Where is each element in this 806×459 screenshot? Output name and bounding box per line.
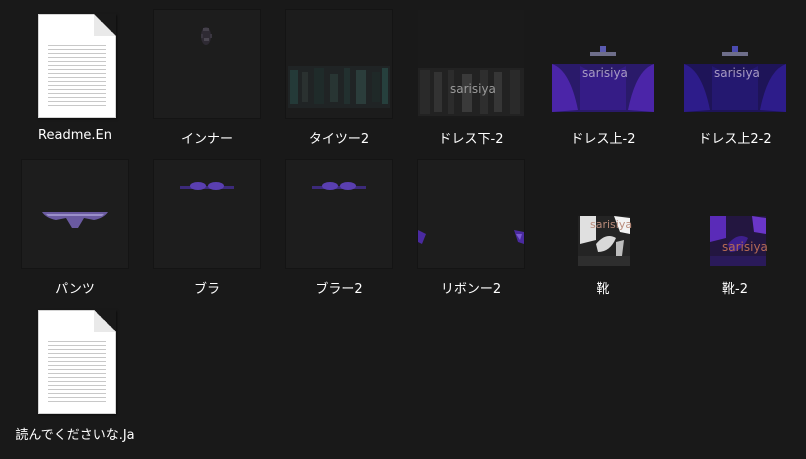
- image-thumbnail-icon: sarisiya: [418, 10, 524, 118]
- file-item-dress-upper2-2[interactable]: sarisiya ドレス上2-2: [670, 8, 800, 156]
- file-name: ドレス下-2: [438, 132, 504, 147]
- image-thumbnail-icon: [22, 160, 128, 268]
- image-thumbnail-icon: [154, 160, 260, 268]
- thumbnail-watermark: sarisiya: [582, 66, 628, 80]
- file-item-dress-upper-2[interactable]: sarisiya ドレス上-2: [538, 8, 668, 156]
- file-name: リボンー2: [440, 282, 502, 297]
- file-name: ドレス上-2: [570, 132, 636, 147]
- thumbnail-watermark: sarisiya: [450, 82, 496, 96]
- file-name: ブラ: [193, 282, 220, 297]
- image-thumbnail-icon: sarisiya: [550, 10, 656, 118]
- file-name: 読んでくださいな.Ja: [15, 428, 135, 443]
- thumbnail-watermark: sarisiya: [722, 240, 768, 254]
- file-name: タイツー2: [308, 132, 370, 147]
- thumbnail-watermark: sarisiya: [714, 66, 760, 80]
- file-item-tights-2[interactable]: タイツー2: [274, 8, 404, 156]
- file-name: パンツ: [55, 282, 95, 297]
- file-item-pants[interactable]: パンツ: [10, 156, 140, 304]
- file-item-bra-2[interactable]: ブラー2: [274, 156, 404, 304]
- image-thumbnail-icon: [154, 10, 260, 118]
- file-item-inner[interactable]: インナー: [142, 8, 272, 156]
- file-item-bra[interactable]: ブラ: [142, 156, 272, 304]
- file-name: 靴-2: [722, 282, 748, 297]
- file-name: インナー: [180, 132, 233, 147]
- image-thumbnail-icon: [286, 10, 392, 118]
- text-document-icon: [38, 310, 116, 414]
- image-thumbnail-icon: sarisiya: [682, 10, 788, 118]
- image-thumbnail-icon: [418, 160, 524, 268]
- file-item-dress-lower-2[interactable]: sarisiya ドレス下-2: [406, 8, 536, 156]
- file-name: ドレス上2-2: [698, 132, 772, 147]
- file-item-readme-en[interactable]: Readme.En: [10, 8, 140, 156]
- thumbnail-watermark: sarisiya: [590, 218, 633, 231]
- image-thumbnail-icon: sarisiya: [550, 160, 656, 268]
- file-explorer-view: Readme.En インナー タイツー2 sarisiya ドレス下-2 sar…: [0, 0, 806, 459]
- file-item-shoes[interactable]: sarisiya 靴: [538, 156, 668, 304]
- text-document-icon: [38, 14, 116, 118]
- file-item-readme-ja[interactable]: 読んでくださいな.Ja: [10, 304, 140, 452]
- file-name: 靴: [596, 282, 610, 297]
- file-name: ブラー2: [315, 282, 363, 297]
- file-name: Readme.En: [38, 128, 112, 143]
- image-thumbnail-icon: sarisiya: [682, 160, 788, 268]
- image-thumbnail-icon: [286, 160, 392, 268]
- file-item-shoes-2[interactable]: sarisiya 靴-2: [670, 156, 800, 304]
- file-item-ribbon-2[interactable]: リボンー2: [406, 156, 536, 304]
